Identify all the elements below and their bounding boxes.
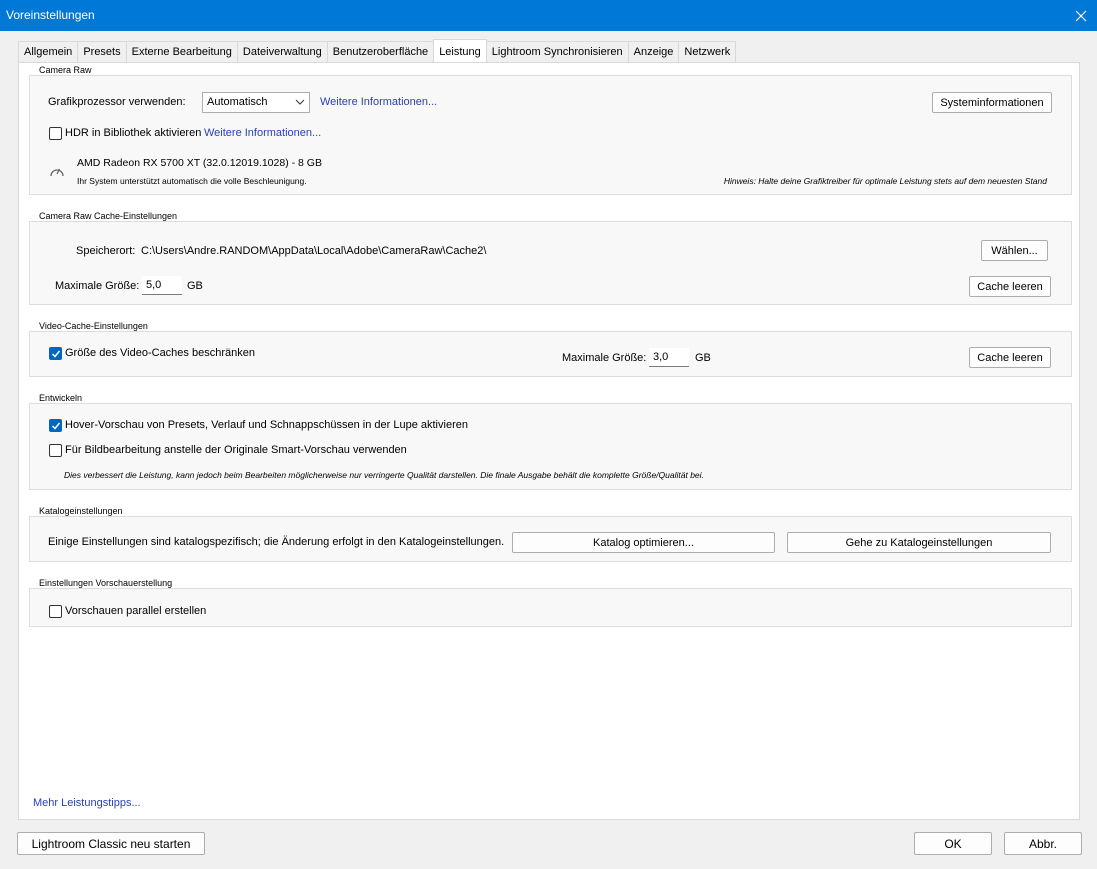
tab-netzwerk[interactable]: Netzwerk xyxy=(678,41,737,62)
hdr-checkbox[interactable] xyxy=(49,127,62,140)
smart-preview-checkbox[interactable] xyxy=(49,444,62,457)
catalog-group: Katalogeinstellungen Einige Einstellunge… xyxy=(29,506,1072,562)
catalog-text: Einige Einstellungen sind katalogspezifi… xyxy=(48,536,505,548)
catalog-title: Katalogeinstellungen xyxy=(39,506,123,516)
chevron-down-icon xyxy=(295,99,305,105)
close-button[interactable] xyxy=(1065,0,1097,31)
tab-leistung[interactable]: Leistung xyxy=(433,39,487,62)
checkmark-icon xyxy=(51,350,61,358)
tab-externe-bearbeitung[interactable]: Externe Bearbeitung xyxy=(125,41,238,62)
title-bar: Voreinstellungen xyxy=(0,0,1097,31)
gpu-name: AMD Radeon RX 5700 XT (32.0.12019.1028) … xyxy=(77,157,322,169)
hdr-label: HDR in Bibliothek aktivieren xyxy=(65,127,202,139)
video-cache-limit-checkbox[interactable] xyxy=(49,347,62,360)
develop-title: Entwickeln xyxy=(39,393,83,403)
camera-raw-group: Camera Raw Grafikprozessor verwenden: Au… xyxy=(29,65,1072,195)
video-cache-group: Video-Cache-Einstellungen Größe des Vide… xyxy=(29,321,1072,377)
driver-hint: Hinweis: Halte deine Grafiktreiber für o… xyxy=(723,176,1047,186)
tab-bar: Allgemein Presets Externe Bearbeitung Da… xyxy=(18,39,737,62)
restart-lightroom-button[interactable]: Lightroom Classic neu starten xyxy=(17,832,205,855)
ok-button[interactable]: OK xyxy=(914,832,992,855)
cache-max-input[interactable]: 5,0 xyxy=(142,276,182,295)
gpu-select-value: Automatisch xyxy=(207,96,268,108)
tab-benutzeroberflaeche[interactable]: Benutzeroberfläche xyxy=(326,41,435,62)
develop-group: Entwickeln Hover-Vorschau von Presets, V… xyxy=(29,393,1072,490)
gpu-status: Ihr System unterstützt automatisch die v… xyxy=(77,176,307,186)
choose-button[interactable]: Wählen... xyxy=(981,240,1048,261)
hover-preview-checkbox[interactable] xyxy=(49,419,62,432)
tab-lightroom-synchronisieren[interactable]: Lightroom Synchronisieren xyxy=(485,41,629,62)
gpu-label: Grafikprozessor verwenden: xyxy=(48,96,186,108)
preview-title: Einstellungen Vorschauerstellung xyxy=(39,578,173,588)
hover-preview-label: Hover-Vorschau von Presets, Verlauf und … xyxy=(65,419,468,431)
smart-preview-note: Dies verbessert die Leistung, kann jedoc… xyxy=(64,470,704,480)
cache-max-label: Maximale Größe: xyxy=(55,280,140,292)
parallel-preview-label: Vorschauen parallel erstellen xyxy=(65,605,207,617)
performance-panel: Camera Raw Grafikprozessor verwenden: Au… xyxy=(18,62,1080,820)
tab-anzeige[interactable]: Anzeige xyxy=(627,41,680,62)
tab-allgemein[interactable]: Allgemein xyxy=(18,41,79,62)
cancel-button[interactable]: Abbr. xyxy=(1004,832,1082,855)
optimize-catalog-button[interactable]: Katalog optimieren... xyxy=(512,532,775,553)
checkmark-icon xyxy=(51,422,61,430)
more-tips-link[interactable]: Mehr Leistungstipps... xyxy=(33,797,141,809)
gpu-select[interactable]: Automatisch xyxy=(202,92,310,113)
video-cache-title: Video-Cache-Einstellungen xyxy=(39,321,148,331)
hdr-more-info-link[interactable]: Weitere Informationen... xyxy=(204,127,321,139)
cache-location-value: C:\Users\Andre.RANDOM\AppData\Local\Adob… xyxy=(141,245,487,257)
window-title: Voreinstellungen xyxy=(6,8,95,22)
cache-location-label: Speicherort: xyxy=(76,245,136,257)
system-info-button[interactable]: Systeminformationen xyxy=(932,92,1052,113)
speedometer-icon xyxy=(50,168,64,177)
video-cache-limit-label: Größe des Video-Caches beschränken xyxy=(65,347,255,359)
gpu-more-info-link[interactable]: Weitere Informationen... xyxy=(320,96,437,108)
video-cache-max-label: Maximale Größe: xyxy=(562,352,647,364)
goto-catalog-settings-button[interactable]: Gehe zu Katalogeinstellungen xyxy=(787,532,1051,553)
cache-max-unit: GB xyxy=(187,280,203,292)
video-cache-max-unit: GB xyxy=(695,352,711,364)
parallel-preview-checkbox[interactable] xyxy=(49,605,62,618)
tab-presets[interactable]: Presets xyxy=(77,41,127,62)
preview-group: Einstellungen Vorschauerstellung Vorscha… xyxy=(29,578,1072,627)
video-cache-clear-button[interactable]: Cache leeren xyxy=(969,347,1051,368)
cache-group: Camera Raw Cache-Einstellungen Speichero… xyxy=(29,211,1072,305)
video-cache-max-input[interactable]: 3,0 xyxy=(649,348,689,367)
camera-raw-title: Camera Raw xyxy=(39,65,92,75)
cache-title: Camera Raw Cache-Einstellungen xyxy=(39,211,178,221)
tab-dateiverwaltung[interactable]: Dateiverwaltung xyxy=(236,41,328,62)
smart-preview-label: Für Bildbearbeitung anstelle der Origina… xyxy=(65,444,407,456)
cache-clear-button[interactable]: Cache leeren xyxy=(969,276,1051,297)
close-icon xyxy=(1075,10,1087,21)
